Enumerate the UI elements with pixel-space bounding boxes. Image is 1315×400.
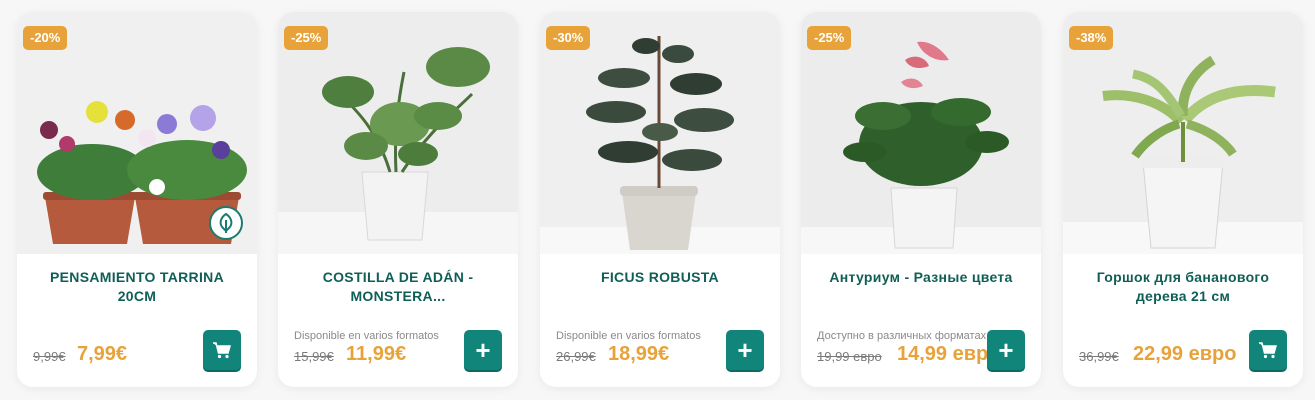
- product-title[interactable]: FICUS ROBUSTA: [550, 268, 770, 287]
- current-price: 7,99€: [77, 343, 128, 365]
- current-price: 18,99€: [608, 343, 670, 365]
- product-title-line: COSTILLA DE ADÁN -: [322, 269, 474, 285]
- discount-badge: -20%: [23, 26, 68, 50]
- availability-note: Доступно в различных форматах: [817, 330, 987, 342]
- product-title-line: MONSTERA...: [350, 288, 446, 304]
- add-to-cart-button[interactable]: [1249, 330, 1287, 370]
- add-to-cart-button[interactable]: [203, 330, 241, 370]
- discount-badge: -25%: [284, 26, 329, 50]
- product-title-line: дерева 21 см: [1135, 288, 1231, 304]
- discount-badge: -25%: [807, 26, 852, 50]
- product-image[interactable]: -25%: [801, 12, 1041, 254]
- current-price: 11,99€: [346, 343, 407, 365]
- plus-icon: +: [737, 335, 753, 365]
- old-price: 19,99 евро: [817, 349, 882, 364]
- product-title-line: PENSAMIENTO TARRINA: [50, 269, 224, 285]
- select-options-button[interactable]: +: [726, 330, 764, 370]
- product-card[interactable]: -30% FICUS ROBUSTA Disponible en varios …: [540, 12, 780, 387]
- eco-leaf-icon: [209, 206, 243, 240]
- product-carousel: -20% PENSAMIENTO TARRINA 20CM 9,99€ 7,99…: [0, 0, 1315, 400]
- product-card[interactable]: -25% COSTILLA DE ADÁN - MONSTERA... Disp…: [278, 12, 518, 387]
- old-price: 9,99€: [33, 349, 66, 364]
- select-options-button[interactable]: +: [464, 330, 502, 370]
- discount-badge: -38%: [1069, 26, 1114, 50]
- plus-icon: +: [475, 335, 491, 365]
- product-title[interactable]: COSTILLA DE ADÁN - MONSTERA...: [288, 268, 508, 306]
- product-image[interactable]: -38%: [1063, 12, 1303, 254]
- shopping-cart-icon: [1259, 342, 1277, 359]
- availability-note: Disponible en varios formatos: [556, 330, 701, 342]
- product-card[interactable]: -38% Горшок для бананового дерева 21 см …: [1063, 12, 1303, 387]
- product-title-line: FICUS ROBUSTA: [601, 269, 719, 285]
- product-card[interactable]: -20% PENSAMIENTO TARRINA 20CM 9,99€ 7,99…: [17, 12, 257, 387]
- old-price: 26,99€: [556, 349, 596, 364]
- product-image[interactable]: -30%: [540, 12, 780, 254]
- availability-note: Disponible en varios formatos: [294, 330, 439, 342]
- product-title-line: Горшок для бананового: [1096, 269, 1270, 285]
- product-card[interactable]: -25% Антуриум - Разные цвета Доступно в …: [801, 12, 1041, 387]
- product-title[interactable]: Антуриум - Разные цвета: [811, 268, 1031, 287]
- shopping-cart-icon: [213, 342, 231, 359]
- old-price: 15,99€: [294, 349, 334, 364]
- discount-badge: -30%: [546, 26, 591, 50]
- product-image[interactable]: -25%: [278, 12, 518, 254]
- product-image[interactable]: -20%: [17, 12, 257, 254]
- current-price: 22,99 евро: [1133, 343, 1237, 365]
- current-price: 14,99 евро: [897, 343, 1001, 365]
- product-title-line: 20CM: [117, 288, 157, 304]
- product-title[interactable]: PENSAMIENTO TARRINA 20CM: [27, 268, 247, 306]
- old-price: 36,99€: [1079, 349, 1119, 364]
- plus-icon: +: [998, 335, 1014, 365]
- select-options-button[interactable]: +: [987, 330, 1025, 370]
- product-title[interactable]: Горшок для бананового дерева 21 см: [1073, 268, 1293, 306]
- product-title-line: Антуриум - Разные цвета: [829, 269, 1013, 285]
